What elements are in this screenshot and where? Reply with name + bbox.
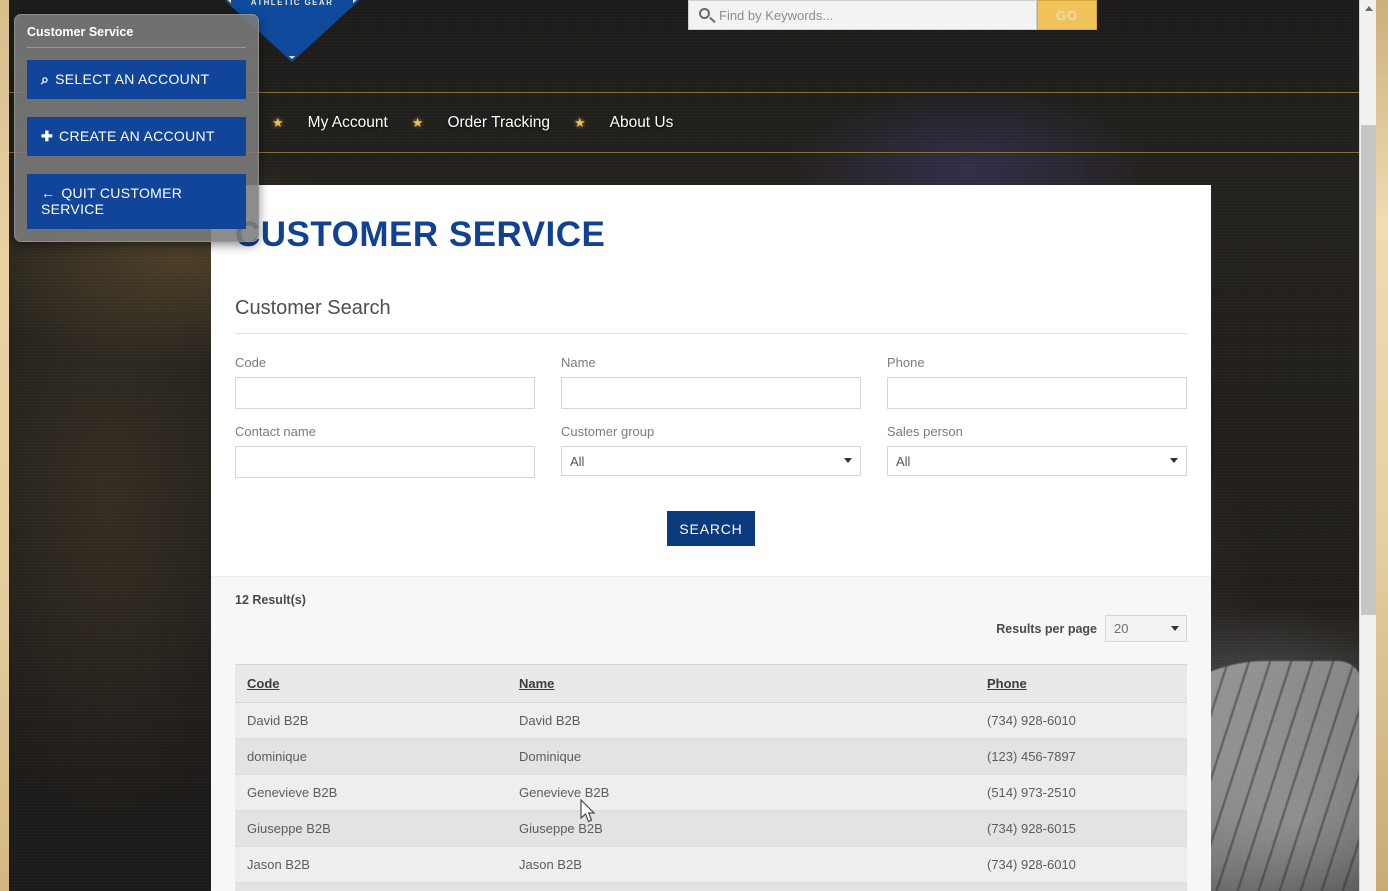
scroll-up-button[interactable]	[1360, 0, 1377, 17]
nav-item-order-tracking[interactable]: Order Tracking	[431, 114, 566, 132]
cell-phone: (734) 928-6010	[975, 882, 1187, 891]
content-card: CUSTOMER SERVICE Customer Search Code Na…	[211, 185, 1211, 891]
select-an-account-button[interactable]: ⌕ SELECT AN ACCOUNT	[27, 60, 246, 99]
cell-code: Genevieve B2B	[235, 774, 507, 811]
page-right-border	[1376, 0, 1388, 891]
label-code: Code	[235, 355, 267, 370]
results-table-head: Code Name Phone	[235, 664, 1187, 703]
section-title-customer-search: Customer Search	[235, 297, 1187, 334]
page-left-border	[0, 0, 9, 891]
customer-service-panel-title: Customer Service	[27, 25, 246, 48]
results-per-page-label: Results per page	[996, 621, 1097, 636]
customer-search-form: Code Name Phone Contact name Customer gr	[235, 355, 1187, 493]
contact-name-input[interactable]	[235, 446, 535, 478]
column-header-name[interactable]: Name	[507, 664, 975, 703]
field-code: Code	[235, 355, 535, 409]
cell-name: Genevieve B2B	[507, 774, 975, 811]
create-an-account-label: CREATE AN ACCOUNT	[59, 127, 215, 144]
search-submit-button[interactable]: SEARCH	[667, 511, 755, 546]
logo-tagline: ATHLETIC GEAR	[250, 0, 334, 7]
table-row[interactable]: David B2B David B2B (734) 928-6010	[235, 702, 1187, 739]
customer-service-panel: Customer Service ⌕ SELECT AN ACCOUNT ✚ CRE…	[14, 14, 259, 243]
name-input[interactable]	[561, 377, 861, 409]
select-an-account-label: SELECT AN ACCOUNT	[55, 71, 210, 87]
arrow-left-icon: ←	[41, 184, 56, 201]
cell-name: Jessica B2B	[507, 882, 975, 891]
field-sales-person: Sales person All	[887, 424, 1187, 478]
cell-phone: (734) 928-6010	[975, 846, 1187, 883]
customer-group-select[interactable]: All	[561, 446, 861, 476]
cell-name: Giuseppe B2B	[507, 810, 975, 847]
table-row[interactable]: Jessica B2B Jessica B2B (734) 928-6010	[235, 882, 1187, 891]
results-per-page-wrap: 20	[1105, 615, 1187, 642]
results-per-page-select[interactable]: 20	[1105, 615, 1187, 642]
column-header-phone[interactable]: Phone	[975, 664, 1187, 703]
cell-name: David B2B	[507, 702, 975, 739]
browser-viewport: ATHLETIC GEAR GO ★ My Account ★ Order Tr…	[0, 0, 1388, 891]
results-section: 12 Result(s) Results per page 20 Code Na…	[211, 576, 1211, 891]
field-customer-group: Customer group All	[561, 424, 861, 478]
site-search: GO	[688, 0, 1097, 30]
label-contact-name: Contact name	[235, 424, 316, 439]
search-go-button[interactable]: GO	[1037, 0, 1097, 30]
scrollbar-thumb[interactable]	[1361, 125, 1376, 615]
star-icon: ★	[411, 114, 424, 130]
nav-item-my-account[interactable]: My Account	[292, 114, 404, 132]
search-icon: ⌕	[41, 71, 50, 87]
star-icon: ★	[272, 114, 284, 130]
result-count: 12 Result(s)	[235, 593, 306, 607]
create-an-account-button[interactable]: ✚ CREATE AN ACCOUNT	[27, 116, 246, 156]
vertical-scrollbar[interactable]	[1359, 0, 1376, 891]
label-sales-person: Sales person	[887, 424, 963, 439]
phone-input[interactable]	[887, 377, 1187, 409]
cell-code: David B2B	[235, 702, 507, 739]
chevron-up-icon	[1364, 6, 1373, 11]
sales-person-select[interactable]: All	[887, 446, 1187, 476]
cell-phone: (734) 928-6015	[975, 810, 1187, 847]
nav-item-about-us[interactable]: About Us	[594, 114, 690, 132]
cell-phone: (123) 456-7897	[975, 738, 1187, 775]
star-icon: ★	[573, 114, 586, 130]
cell-name: Dominique	[507, 738, 975, 775]
field-phone: Phone	[887, 355, 1187, 409]
search-icon	[699, 8, 710, 19]
search-box[interactable]	[688, 0, 1037, 30]
results-per-page-row: Results per page 20	[235, 615, 1187, 642]
results-table: Code Name Phone David B2B David B2B (734…	[235, 664, 1187, 891]
page-title: CUSTOMER SERVICE	[235, 215, 606, 254]
cell-code: Jason B2B	[235, 846, 507, 883]
field-name: Name	[561, 355, 861, 409]
cell-code: Jessica B2B	[235, 882, 507, 891]
column-header-code[interactable]: Code	[235, 664, 507, 703]
customer-group-select-wrap: All	[561, 446, 861, 476]
field-contact-name: Contact name	[235, 424, 535, 478]
search-input[interactable]	[719, 7, 1036, 23]
plus-icon: ✚	[41, 127, 54, 144]
table-row[interactable]: Genevieve B2B Genevieve B2B (514) 973-25…	[235, 774, 1187, 811]
label-phone: Phone	[887, 355, 925, 370]
cell-phone: (514) 973-2510	[975, 774, 1187, 811]
sales-person-select-wrap: All	[887, 446, 1187, 476]
code-input[interactable]	[235, 377, 535, 409]
table-header-row: Code Name Phone	[235, 664, 1187, 703]
results-table-body: David B2B David B2B (734) 928-6010 domin…	[235, 702, 1187, 891]
label-name: Name	[561, 355, 596, 370]
table-row[interactable]: Giuseppe B2B Giuseppe B2B (734) 928-6015	[235, 810, 1187, 847]
table-row[interactable]: dominique Dominique (123) 456-7897	[235, 738, 1187, 775]
search-button-row: SEARCH	[235, 511, 1187, 546]
cell-code: dominique	[235, 738, 507, 775]
cell-phone: (734) 928-6010	[975, 702, 1187, 739]
table-row[interactable]: Jason B2B Jason B2B (734) 928-6010	[235, 846, 1187, 883]
quit-customer-service-label: QUIT CUSTOMER SERVICE	[41, 184, 183, 218]
label-customer-group: Customer group	[561, 424, 655, 439]
quit-customer-service-button[interactable]: ← QUIT CUSTOMER SERVICE	[27, 173, 246, 230]
cell-name: Jason B2B	[507, 846, 975, 883]
cell-code: Giuseppe B2B	[235, 810, 507, 847]
